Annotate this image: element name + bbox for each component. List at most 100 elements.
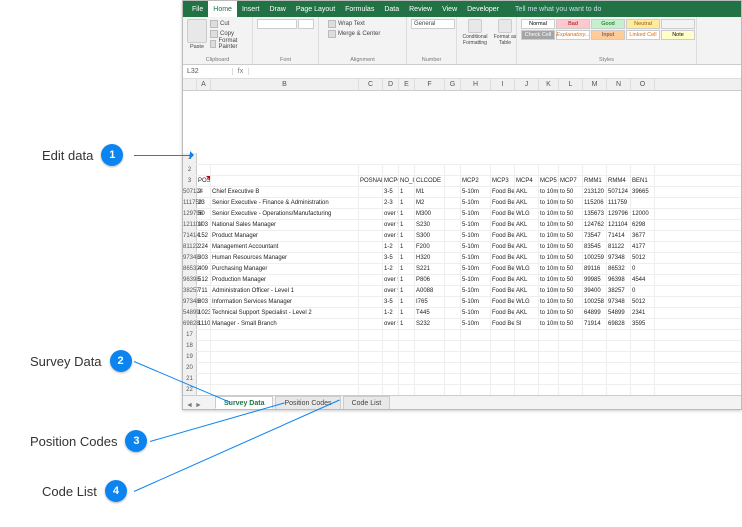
cell[interactable]: AKL <box>515 187 539 197</box>
cell[interactable] <box>491 385 515 395</box>
cell[interactable]: 96398 <box>607 275 631 285</box>
cell[interactable]: 5-10m <box>461 209 491 219</box>
cell[interactable]: AKL <box>515 220 539 230</box>
table-row[interactable]: 86532409Purchasing Manager1-21S2215-10mF… <box>183 264 741 275</box>
row-header[interactable]: 54899 <box>183 308 197 318</box>
cell[interactable] <box>445 330 461 340</box>
cell[interactable]: S300 <box>415 231 445 241</box>
cell[interactable] <box>559 341 583 351</box>
ribbon-tab-pagelayout[interactable]: Page Layout <box>291 1 340 17</box>
format-painter-button[interactable]: Format Painter <box>210 39 248 48</box>
cell[interactable]: RMM1 <box>583 176 607 186</box>
cell[interactable]: Food Be <box>491 275 515 285</box>
cell[interactable]: to 50 <box>559 308 583 318</box>
cell[interactable]: 71414 <box>607 231 631 241</box>
cell[interactable]: Food Be <box>491 231 515 241</box>
cell[interactable] <box>445 363 461 373</box>
cell[interactable] <box>583 374 607 384</box>
cell[interactable] <box>415 341 445 351</box>
ribbon-tab-developer[interactable]: Developer <box>462 1 504 17</box>
font-size-select[interactable] <box>298 19 314 29</box>
cell[interactable]: 1 <box>399 264 415 274</box>
cell[interactable]: Product Manager <box>211 231 359 241</box>
cell[interactable]: 97348 <box>607 253 631 263</box>
cell[interactable] <box>383 385 399 395</box>
cell[interactable]: 121104 <box>607 220 631 230</box>
cell[interactable]: Food Be <box>491 253 515 263</box>
cell[interactable] <box>445 198 461 208</box>
cell[interactable] <box>559 165 583 175</box>
cell[interactable]: 1 <box>399 209 415 219</box>
cell[interactable] <box>445 308 461 318</box>
cell[interactable] <box>539 165 559 175</box>
cell[interactable] <box>631 363 655 373</box>
cell[interactable]: 12000 <box>631 209 655 219</box>
cell[interactable] <box>399 385 415 395</box>
style-bad[interactable]: Bad <box>556 19 590 29</box>
cell[interactable]: Management Accountant <box>211 242 359 252</box>
cell[interactable]: 39665 <box>631 187 655 197</box>
cell[interactable]: Food Be <box>491 308 515 318</box>
cell[interactable]: 135673 <box>583 209 607 219</box>
col-header-J[interactable]: J <box>515 79 539 90</box>
cell[interactable]: Production Manager <box>211 275 359 285</box>
cell[interactable] <box>197 330 211 340</box>
cell[interactable]: 5-10m <box>461 264 491 274</box>
cell[interactable]: 1 <box>399 187 415 197</box>
cell[interactable]: to 50 <box>559 231 583 241</box>
cell[interactable]: Food Be <box>491 220 515 230</box>
cell[interactable]: S221 <box>415 264 445 274</box>
cell[interactable]: F200 <box>415 242 445 252</box>
style-blank1[interactable] <box>661 19 695 29</box>
cell[interactable]: Food Be <box>491 187 515 197</box>
cell[interactable] <box>359 253 383 263</box>
cell[interactable]: AKL <box>515 286 539 296</box>
cell[interactable]: AKL <box>515 253 539 263</box>
cell[interactable]: 409 <box>197 264 211 274</box>
cell[interactable]: Food Be <box>491 319 515 329</box>
cell[interactable]: to 10m <box>539 297 559 307</box>
table-row[interactable]: 71414152Product Managerover 51S3005-10mF… <box>183 231 741 242</box>
cell[interactable]: M2 <box>415 198 445 208</box>
grid-area[interactable]: A B C D E F G H I J K L M N O 1Position … <box>183 79 741 397</box>
cell[interactable]: 0 <box>631 264 655 274</box>
col-header-N[interactable]: N <box>607 79 631 90</box>
cell[interactable]: to 50 <box>559 198 583 208</box>
cell[interactable]: Senior Executive - Finance & Administrat… <box>211 198 359 208</box>
cell[interactable] <box>445 275 461 285</box>
cell[interactable] <box>631 341 655 351</box>
cell[interactable]: 73547 <box>583 231 607 241</box>
cell[interactable]: to 50 <box>559 264 583 274</box>
cell[interactable] <box>415 165 445 175</box>
cell[interactable]: 303 <box>197 253 211 263</box>
cell[interactable] <box>539 341 559 351</box>
col-header-L[interactable]: L <box>559 79 583 90</box>
cell[interactable]: 89116 <box>583 264 607 274</box>
style-check[interactable]: Check Cell <box>521 30 555 40</box>
cell[interactable]: MCP5 <box>539 176 559 186</box>
cell[interactable] <box>359 209 383 219</box>
row-header[interactable]: 96398 <box>183 275 197 285</box>
cell[interactable] <box>559 385 583 395</box>
table-row[interactable]: 2 <box>183 165 741 176</box>
cell[interactable] <box>445 165 461 175</box>
cell[interactable] <box>415 385 445 395</box>
cell[interactable] <box>559 374 583 384</box>
cell[interactable]: Chief Executive B <box>211 187 359 197</box>
cell[interactable] <box>539 363 559 373</box>
cell[interactable] <box>607 330 631 340</box>
cell[interactable] <box>445 352 461 362</box>
cell[interactable] <box>445 176 461 186</box>
cell[interactable]: over 5 <box>383 319 399 329</box>
cell[interactable] <box>211 385 359 395</box>
cell[interactable]: POSNAME <box>359 176 383 186</box>
cell[interactable]: 711 <box>197 286 211 296</box>
style-input[interactable]: Input <box>591 30 625 40</box>
col-header-B[interactable]: B <box>211 79 359 90</box>
cell[interactable]: 39400 <box>583 286 607 296</box>
cell[interactable]: 64899 <box>583 308 607 318</box>
font-family-select[interactable] <box>257 19 297 29</box>
col-header-O[interactable]: O <box>631 79 655 90</box>
ribbon-tab-data[interactable]: Data <box>379 1 404 17</box>
cell[interactable] <box>491 341 515 351</box>
